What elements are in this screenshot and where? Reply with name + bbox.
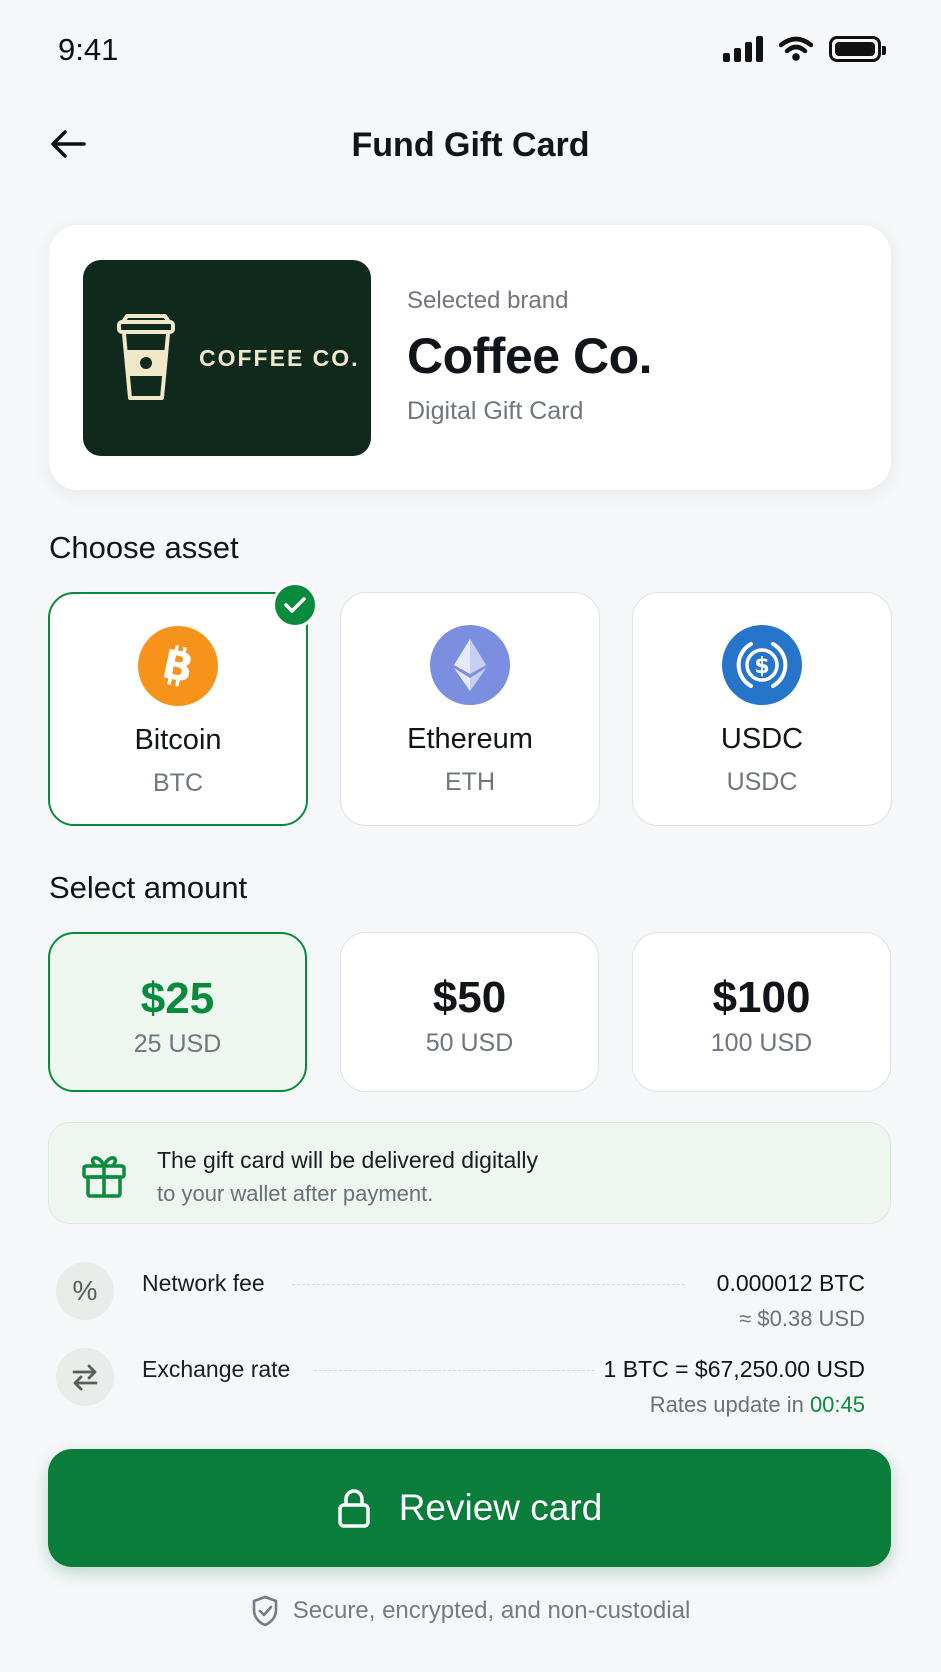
asset-name: USDC [720,723,804,755]
brand-type: Digital Gift Card [407,397,584,425]
coffee-cup-icon [117,314,175,400]
review-card-label: Review card [398,1487,603,1528]
brand-caption: Selected brand [407,287,569,314]
check-icon [272,582,318,628]
gift-icon [82,1156,126,1198]
delivery-info-banner: The gift card will be delivered digitall… [48,1122,891,1224]
network-fee-label: Network fee [142,1270,265,1296]
battery-icon [829,36,886,62]
rates-update-text: Rates update in 00:45 [650,1392,865,1418]
header: Fund Gift Card [0,110,941,180]
security-note: Secure, encrypted, and non-custodial [0,1595,941,1627]
amount-option-25[interactable]: $25 25 USD [48,932,307,1092]
asset-code: BTC [153,769,203,797]
status-time: 9:41 [58,32,119,67]
svg-text:$: $ [754,654,769,679]
network-fee-value: 0.000012 BTC [716,1270,865,1296]
security-note-text: Secure, encrypted, and non-custodial [292,1597,691,1624]
status-bar: 9:41 [0,28,941,72]
asset-name: Ethereum [407,723,533,755]
divider [292,1284,685,1285]
select-amount-heading: Select amount [49,870,248,905]
amount-value: $25 [140,974,215,1023]
asset-code: ETH [445,768,495,796]
network-fee-row: % Network fee 0.000012 BTC ≈ $0.38 USD [56,1262,865,1342]
wifi-icon [779,36,813,61]
bitcoin-icon: B [138,626,218,706]
exchange-rate-row: Exchange rate 1 BTC = $67,250.00 USD Rat… [56,1348,865,1428]
rates-countdown: 00:45 [809,1392,865,1417]
network-fee-usd: ≈ $0.38 USD [739,1306,865,1331]
usdc-icon: $ [722,625,802,705]
asset-option-usdc[interactable]: $ USDC USDC [632,592,892,826]
exchange-rate-label: Exchange rate [142,1356,291,1382]
amount-subtext: 25 USD [133,1030,222,1058]
amount-option-50[interactable]: $50 50 USD [340,932,599,1092]
amount-option-100[interactable]: $100 100 USD [632,932,891,1092]
amount-subtext: 50 USD [425,1029,514,1057]
selected-brand-card: COFFEE CO. Selected brand Coffee Co. Dig… [48,224,892,491]
divider [314,1370,595,1371]
amount-value: $50 [432,973,507,1022]
info-text-line1: The gift card will be delivered digitall… [157,1147,538,1173]
ethereum-icon [430,625,510,705]
lock-icon [337,1489,370,1528]
brand-info: Selected brand Coffee Co. Digital Gift C… [407,287,653,426]
fund-gift-card-screen: 9:41 Fund Gift Card COFFEE CO. Selected … [0,0,941,1672]
asset-code: USDC [726,768,798,796]
swap-arrows-icon [56,1348,114,1406]
status-icons [723,36,886,62]
asset-name: Bitcoin [134,724,222,756]
amount-value: $100 [712,973,811,1022]
cellular-signal-icon [723,36,763,62]
asset-option-ethereum[interactable]: Ethereum ETH [340,592,600,826]
asset-option-bitcoin[interactable]: B Bitcoin BTC [48,582,318,826]
info-text-line2: to your wallet after payment. [157,1181,434,1206]
rates-update-prefix: Rates update in [649,1392,804,1417]
exchange-rate-value: 1 BTC = $67,250.00 USD [603,1356,865,1382]
gift-card-artwork: COFFEE CO. [83,260,371,456]
page-title: Fund Gift Card [351,126,590,164]
percent-icon: % [56,1262,114,1320]
amount-subtext: 100 USD [710,1029,813,1057]
brand-art-label: COFFEE CO. [199,344,360,371]
review-card-button[interactable]: Review card [48,1449,891,1567]
shield-check-icon [252,1595,278,1627]
choose-asset-heading: Choose asset [49,530,239,565]
brand-name: Coffee Co. [407,328,653,384]
